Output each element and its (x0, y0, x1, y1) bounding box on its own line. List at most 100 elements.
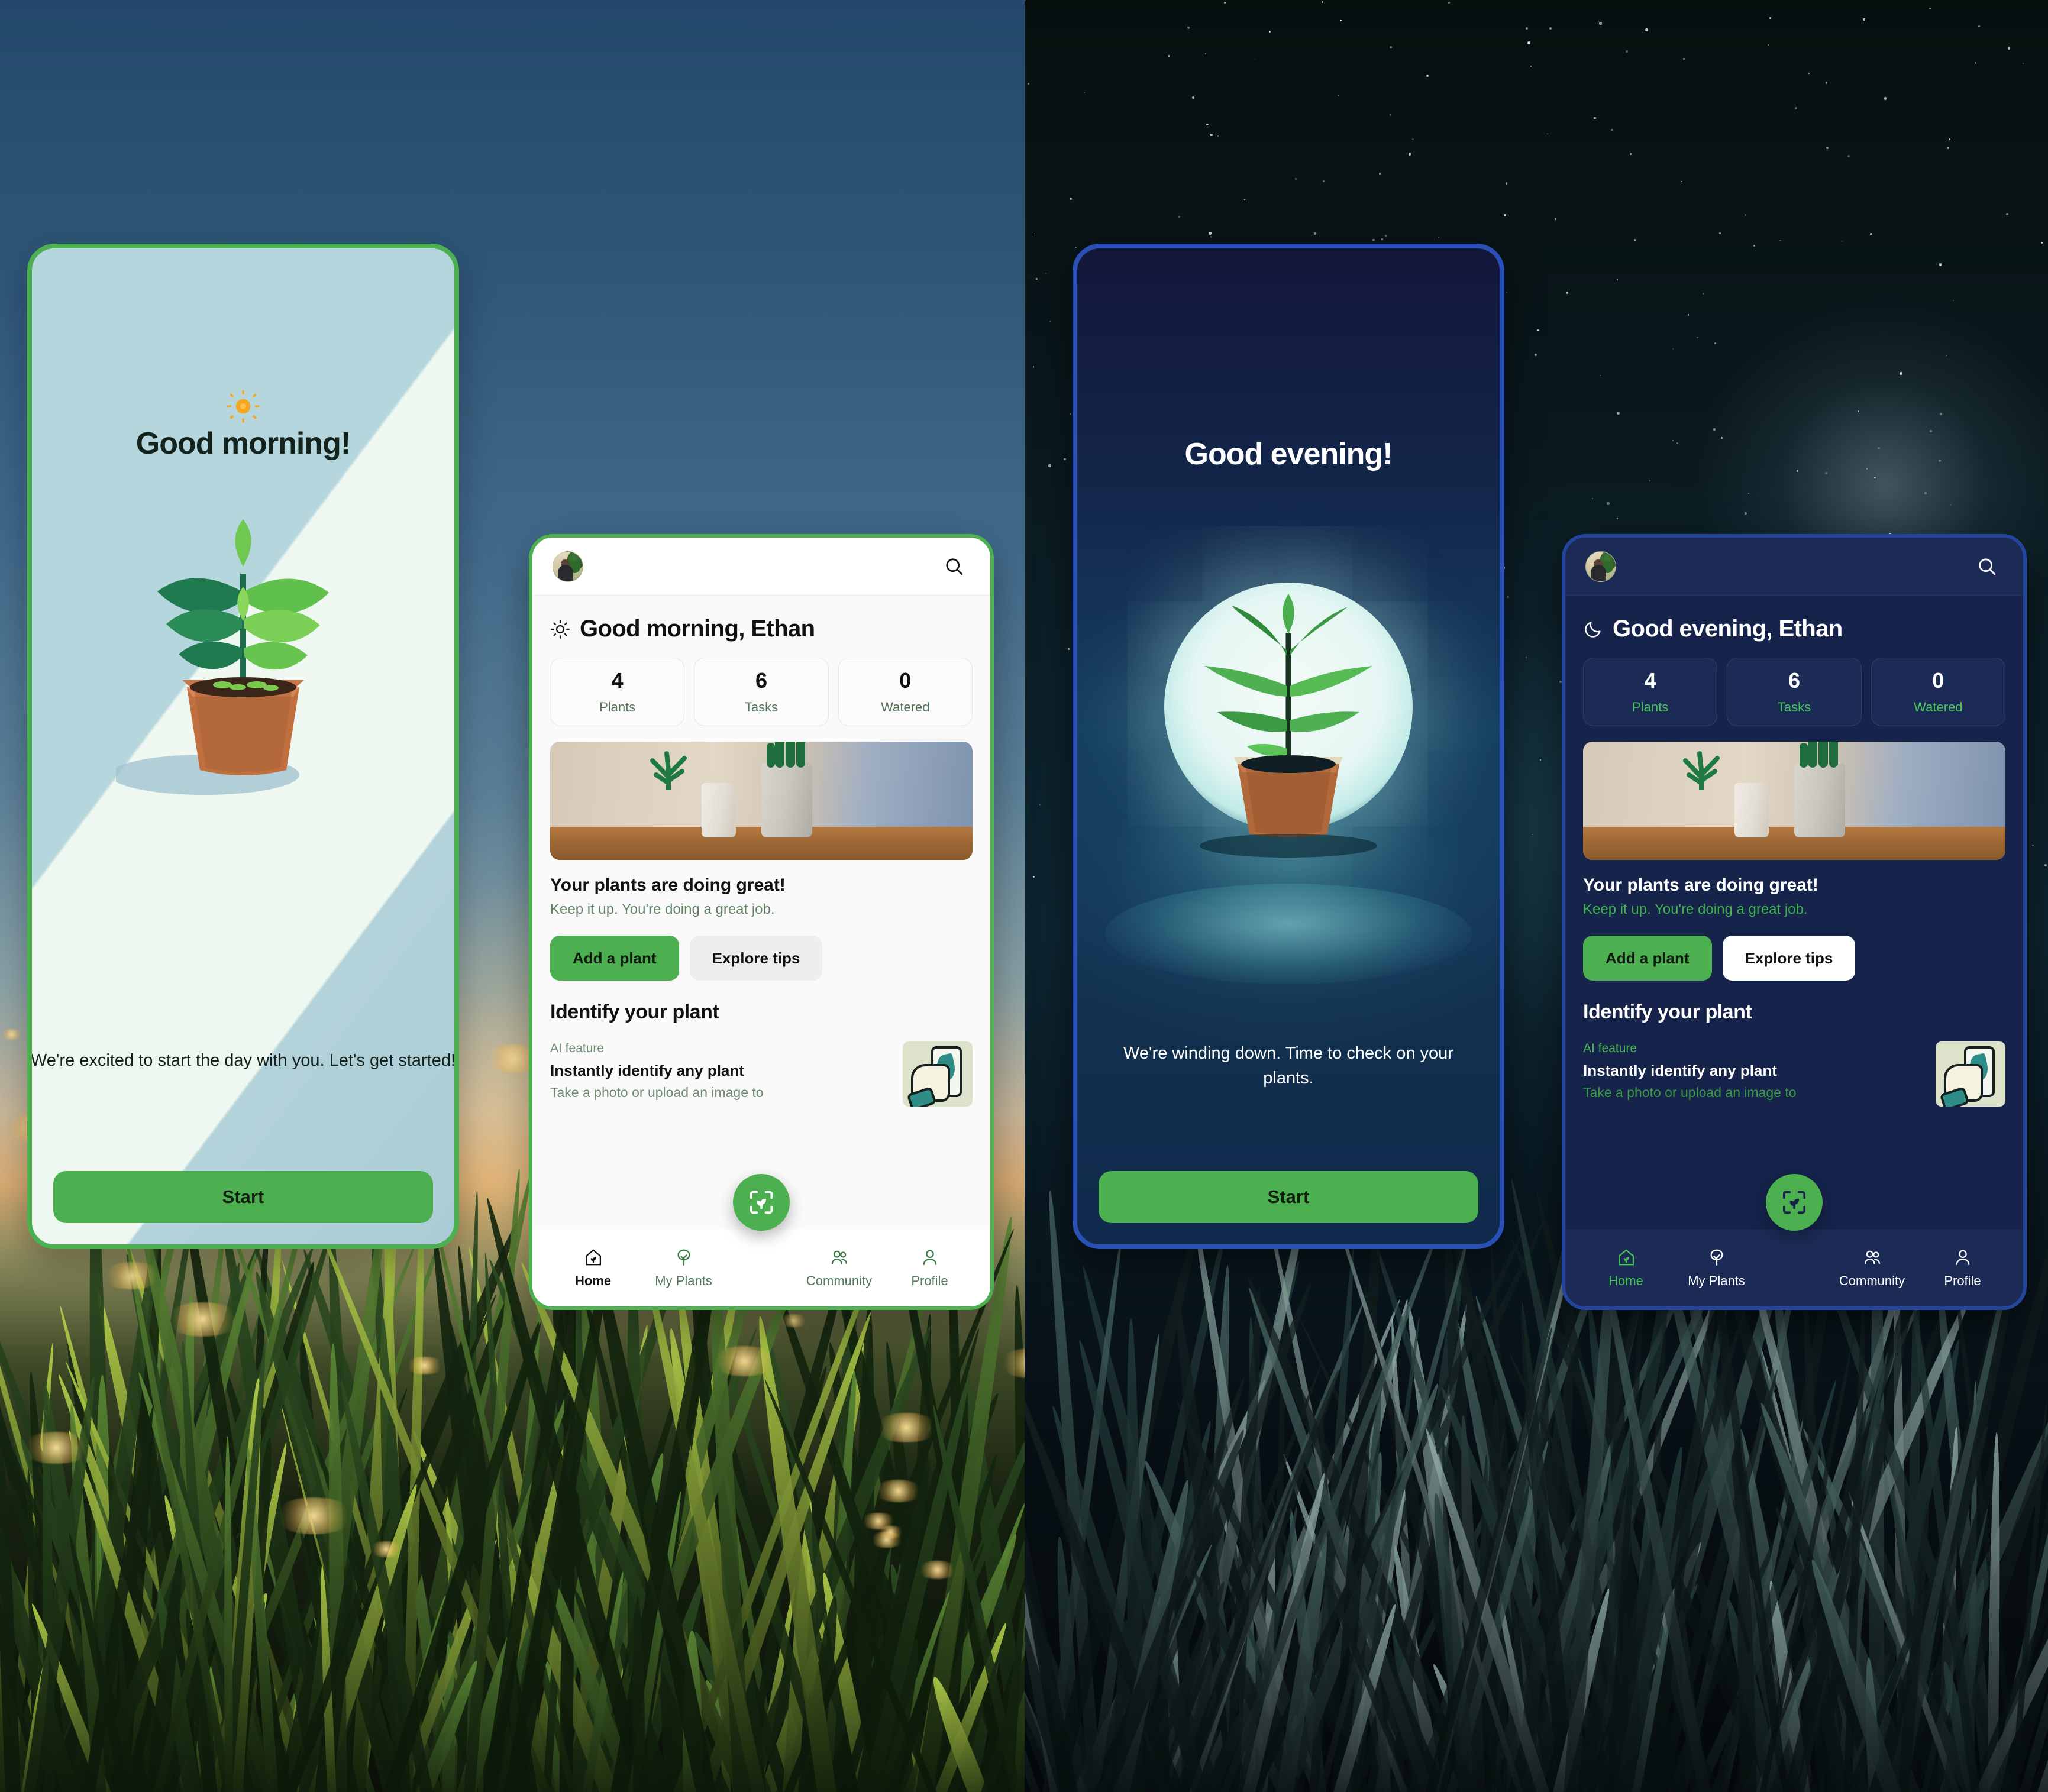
stat-label: Tasks (744, 700, 779, 714)
light-greeting: Good morning, Ethan (550, 616, 973, 642)
profile-person-icon (1956, 1250, 1969, 1266)
evening-hero-subtitle: We're winding down. Time to check on you… (1123, 1044, 1453, 1088)
stat-label: Plants (1632, 700, 1669, 714)
evening-hero-card: Good evening! We're winding down. Time t… (1073, 244, 1504, 1249)
hand-holding-phone-scanning-leaf-icon (1936, 1041, 2005, 1107)
stat-watered[interactable]: 0 Watered (838, 658, 973, 726)
community-people-icon (1864, 1250, 1880, 1264)
plant-scan-fab[interactable] (733, 1174, 790, 1231)
ai-feature-kicker: AI feature (1583, 1041, 1637, 1055)
morning-hero-card: Good morning! We're excited to start the… (27, 244, 459, 1249)
nav-item-community[interactable]: Community (1827, 1247, 1917, 1289)
ai-feature-title: Instantly identify any plant (1583, 1062, 1777, 1079)
dark-greeting: Good evening, Ethan (1583, 616, 2005, 642)
light-status-title: Your plants are doing great! (550, 875, 786, 895)
dark-cta-row: Add a plant Explore tips (1583, 936, 2005, 981)
morning-hero-title: Good morning! (135, 426, 351, 461)
nav-item-my-plants[interactable]: My Plants (638, 1247, 729, 1289)
add-a-plant-button[interactable]: Add a plant (550, 936, 679, 981)
dark-app-body: Good evening, Ethan 4 Plants 6 Tasks 0 W… (1565, 596, 2023, 1230)
ai-feature-kicker: AI feature (550, 1041, 605, 1055)
sun-icon (551, 619, 570, 639)
nav-item-my-plants[interactable]: My Plants (1671, 1247, 1762, 1289)
nav-item-community[interactable]: Community (794, 1247, 884, 1289)
search-icon[interactable] (938, 551, 970, 583)
community-people-icon (831, 1250, 847, 1264)
light-app-body: Good morning, Ethan 4 Plants 6 Tasks 0 W… (532, 596, 990, 1230)
succulent (1683, 751, 1720, 790)
stat-value: 4 (1644, 668, 1656, 693)
avatar[interactable] (553, 551, 583, 582)
morning-start-button[interactable]: Start (53, 1171, 433, 1223)
dark-status-title: Your plants are doing great! (1583, 875, 1818, 895)
nav-label: Community (1839, 1273, 1905, 1288)
light-app-topbar (532, 538, 990, 596)
ai-feature-description: Take a photo or upload an image to (550, 1085, 764, 1100)
stat-value: 6 (755, 668, 767, 693)
plant-photo (550, 742, 973, 860)
dark-greeting-text: Good evening, Ethan (1613, 616, 1843, 642)
light-status-subtitle: Keep it up. You're doing a great job. (550, 901, 775, 917)
home-plant-icon (1618, 1249, 1634, 1266)
dark-status-subtitle: Keep it up. You're doing a great job. (1583, 901, 1808, 917)
dark-app-topbar (1565, 538, 2023, 596)
evening-hero-title: Good evening! (1184, 437, 1393, 471)
plant-photo (1583, 742, 2005, 860)
add-a-plant-button[interactable]: Add a plant (1583, 936, 1712, 981)
avatar[interactable] (1585, 551, 1616, 582)
stat-plants[interactable]: 4 Plants (1583, 658, 1718, 726)
light-app-screen: Good morning, Ethan 4 Plants 6 Tasks 0 W… (529, 534, 994, 1310)
tree-icon (677, 1249, 690, 1266)
hand-holding-phone-scanning-leaf-icon (903, 1041, 973, 1107)
nav-item-home[interactable]: Home (548, 1247, 638, 1289)
nav-label: Profile (1944, 1273, 1981, 1288)
explore-tips-button[interactable]: Explore tips (1722, 936, 1856, 981)
stat-value: 4 (611, 668, 624, 693)
potted-plant-illustration (116, 519, 329, 795)
light-cta-row: Add a plant Explore tips (550, 936, 973, 981)
stat-plants[interactable]: 4 Plants (550, 658, 685, 726)
light-greeting-text: Good morning, Ethan (580, 616, 815, 642)
plant-scan-icon (750, 1191, 773, 1214)
evening-start-button[interactable]: Start (1099, 1171, 1478, 1223)
ai-feature-description: Take a photo or upload an image to (1583, 1085, 1797, 1100)
nav-item-profile[interactable]: Profile (1917, 1247, 2008, 1289)
evening-floor-glow (1105, 884, 1472, 984)
plant-scan-icon (1782, 1191, 1806, 1214)
nav-label: Home (574, 1273, 612, 1288)
profile-person-icon (923, 1250, 936, 1266)
moon-icon (1585, 621, 1601, 638)
nav-item-profile[interactable]: Profile (884, 1247, 975, 1289)
light-ai-feature-row[interactable]: AI feature Instantly identify any plant … (550, 1041, 973, 1107)
nav-label: Community (806, 1273, 873, 1288)
sun-icon (227, 390, 260, 423)
light-bottom-nav: Home My Plants Community Profile (532, 1230, 990, 1306)
dark-ai-feature-row[interactable]: AI feature Instantly identify any plant … (1583, 1041, 2005, 1107)
nav-label: Profile (911, 1273, 948, 1288)
stat-tasks[interactable]: 6 Tasks (694, 658, 829, 726)
cactus (1799, 742, 1838, 768)
stat-value: 0 (899, 668, 912, 693)
stat-value: 6 (1788, 668, 1800, 693)
explore-tips-button[interactable]: Explore tips (689, 936, 823, 981)
ai-feature-title: Instantly identify any plant (550, 1062, 744, 1079)
dark-stats-row: 4 Plants 6 Tasks 0 Watered (1583, 658, 2005, 726)
light-identify-section-title: Identify your plant (550, 1001, 719, 1023)
stat-label: Watered (1914, 700, 1963, 714)
dark-app-screen: Good evening, Ethan 4 Plants 6 Tasks 0 W… (1562, 534, 2027, 1310)
plant-scan-fab[interactable] (1766, 1174, 1823, 1231)
search-icon[interactable] (1971, 551, 2003, 583)
stat-value: 0 (1932, 668, 1944, 693)
home-plant-icon (585, 1249, 601, 1266)
dark-identify-section-title: Identify your plant (1583, 1001, 1752, 1023)
light-stats-row: 4 Plants 6 Tasks 0 Watered (550, 658, 973, 726)
nav-item-home[interactable]: Home (1581, 1247, 1671, 1289)
stat-label: Watered (881, 700, 930, 714)
stat-watered[interactable]: 0 Watered (1871, 658, 2005, 726)
stat-tasks[interactable]: 6 Tasks (1727, 658, 1862, 726)
potted-plant-under-moonlight-illustration (1200, 594, 1377, 858)
succulent (650, 751, 687, 790)
nav-label: My Plants (1688, 1273, 1745, 1288)
morning-hero-subtitle: We're excited to start the day with you.… (30, 1051, 456, 1070)
cactus (766, 742, 805, 768)
